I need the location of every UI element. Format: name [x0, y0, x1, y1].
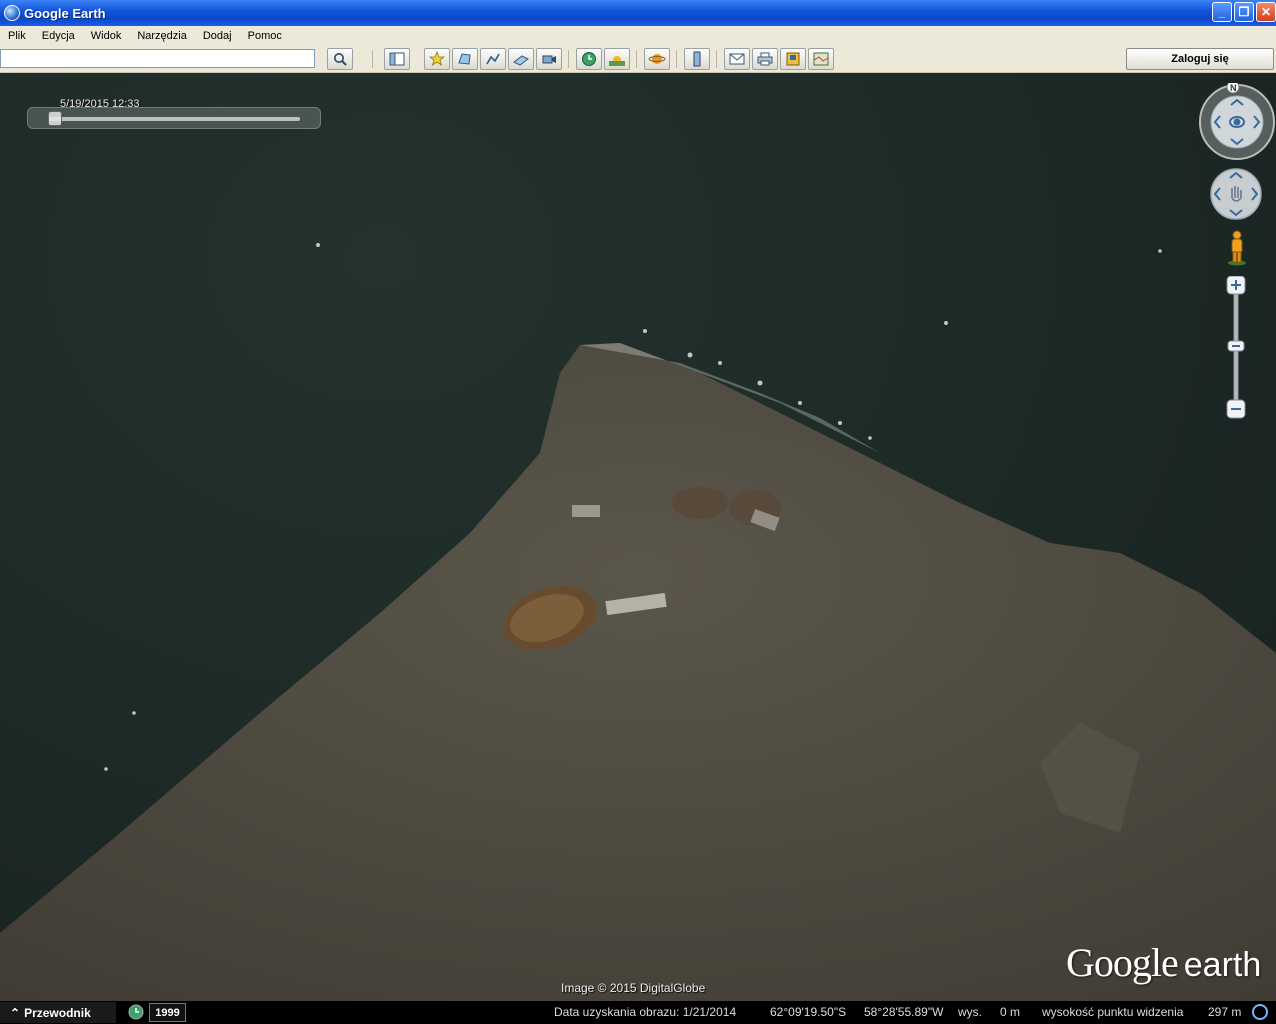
- elevation-label: wys.: [958, 1005, 982, 1019]
- menu-add[interactable]: Dodaj: [195, 30, 240, 42]
- menu-bar: Plik Edycja Widok Narzędzia Dodaj Pomoc: [0, 26, 1276, 46]
- historical-imagery-button[interactable]: [576, 48, 602, 70]
- historical-imagery-clock-icon[interactable]: [128, 1004, 144, 1020]
- polygon-icon: [458, 53, 471, 65]
- toolbar: Zaloguj się: [0, 46, 1276, 73]
- zoom-slider-thumb[interactable]: [1227, 340, 1245, 352]
- status-bar: ⌃ Przewodnik 1999 Data uzyskania obrazu:…: [0, 1001, 1276, 1024]
- zoom-slider[interactable]: [1224, 275, 1248, 421]
- toolbar-separator: [636, 50, 637, 68]
- toolbar-separator: [372, 50, 373, 68]
- eye-altitude-value: 297 m: [1208, 1005, 1242, 1019]
- placemark-icon: [429, 51, 445, 66]
- menu-help[interactable]: Pomoc: [240, 30, 290, 42]
- save-image-icon: [786, 52, 800, 66]
- menu-edit[interactable]: Edycja: [34, 30, 83, 42]
- compass-north-icon[interactable]: N: [1226, 83, 1240, 94]
- longitude: 58°28'55.89"W: [864, 1005, 944, 1019]
- imagery-date: Data uzyskania obrazu: 1/21/2014: [554, 1005, 737, 1019]
- tour-icon: [542, 55, 556, 64]
- imagery-copyright: Image © 2015 DigitalGlobe: [561, 981, 706, 995]
- planet-icon: [648, 54, 666, 64]
- latitude: 62°09'19.50"S: [770, 1005, 847, 1019]
- eye-altitude-label: wysokość punktu widzenia: [1042, 1005, 1184, 1019]
- google-earth-app-icon: [4, 5, 20, 21]
- maps-icon: [813, 52, 829, 66]
- window-controls: _ ❐ ✕: [1212, 2, 1276, 22]
- google-earth-logo: Google earth: [1066, 939, 1261, 986]
- title-bar: Google Earth _ ❐ ✕: [0, 0, 1276, 26]
- ruler-button[interactable]: [684, 48, 710, 70]
- chevron-up-icon: ⌃: [10, 1005, 21, 1020]
- elevation-value: 0 m: [1000, 1005, 1021, 1019]
- search-button[interactable]: [327, 48, 353, 70]
- pegman-icon[interactable]: [1226, 230, 1248, 266]
- toolbar-separator: [716, 50, 717, 68]
- overlay-icon: [513, 55, 529, 66]
- search-input[interactable]: [0, 49, 315, 68]
- record-tour-button[interactable]: [536, 48, 562, 70]
- satellite-imagery: [0, 243, 1276, 1001]
- sidebar-toggle-icon: [389, 52, 405, 66]
- zoom-out-icon[interactable]: [1226, 399, 1246, 419]
- print-icon: [757, 52, 773, 66]
- map-viewport[interactable]: 5/19/2015 12:33 N Image © 2015 DigitalGl…: [0, 73, 1276, 1001]
- pan-control[interactable]: [1210, 168, 1262, 220]
- menu-file[interactable]: Plik: [0, 30, 34, 42]
- add-path-button[interactable]: [480, 48, 506, 70]
- historical-imagery-icon: [582, 52, 596, 66]
- menu-tools[interactable]: Narzędzia: [129, 30, 195, 42]
- maximize-button[interactable]: ❐: [1234, 2, 1254, 22]
- path-icon: [486, 53, 500, 65]
- add-placemark-button[interactable]: [424, 48, 450, 70]
- time-slider-thumb[interactable]: [48, 111, 62, 126]
- zoom-in-icon[interactable]: [1226, 275, 1246, 295]
- logo-earth-text: earth: [1183, 946, 1262, 984]
- guide-button[interactable]: ⌃ Przewodnik: [0, 1002, 116, 1023]
- logo-google-text: Google: [1066, 940, 1179, 985]
- sunlight-icon: [609, 56, 625, 66]
- save-image-button[interactable]: [780, 48, 806, 70]
- sidebar-toggle-button[interactable]: [384, 48, 410, 70]
- add-image-overlay-button[interactable]: [508, 48, 534, 70]
- window-title: Google Earth: [24, 5, 106, 21]
- sunlight-button[interactable]: [604, 48, 630, 70]
- close-button[interactable]: ✕: [1256, 2, 1276, 22]
- switch-planet-button[interactable]: [644, 48, 670, 70]
- ruler-icon: [693, 51, 701, 67]
- time-slider-track[interactable]: [48, 117, 300, 121]
- menu-view[interactable]: Widok: [83, 30, 130, 42]
- toolbar-separator: [568, 50, 569, 68]
- imagery-year-button[interactable]: 1999: [149, 1003, 186, 1022]
- look-control[interactable]: N: [1198, 83, 1276, 161]
- time-slider[interactable]: [27, 107, 321, 129]
- guide-label: Przewodnik: [24, 1005, 91, 1020]
- login-button[interactable]: Zaloguj się: [1126, 48, 1274, 70]
- svg-text:N: N: [1230, 83, 1237, 93]
- search-icon: [334, 53, 347, 66]
- streaming-progress-icon: [1252, 1004, 1268, 1020]
- minimize-button[interactable]: _: [1212, 2, 1232, 22]
- add-polygon-button[interactable]: [452, 48, 478, 70]
- print-button[interactable]: [752, 48, 778, 70]
- view-in-maps-button[interactable]: [808, 48, 834, 70]
- zoom-control: [1224, 275, 1248, 421]
- email-button[interactable]: [724, 48, 750, 70]
- email-icon: [729, 53, 745, 65]
- toolbar-separator: [676, 50, 677, 68]
